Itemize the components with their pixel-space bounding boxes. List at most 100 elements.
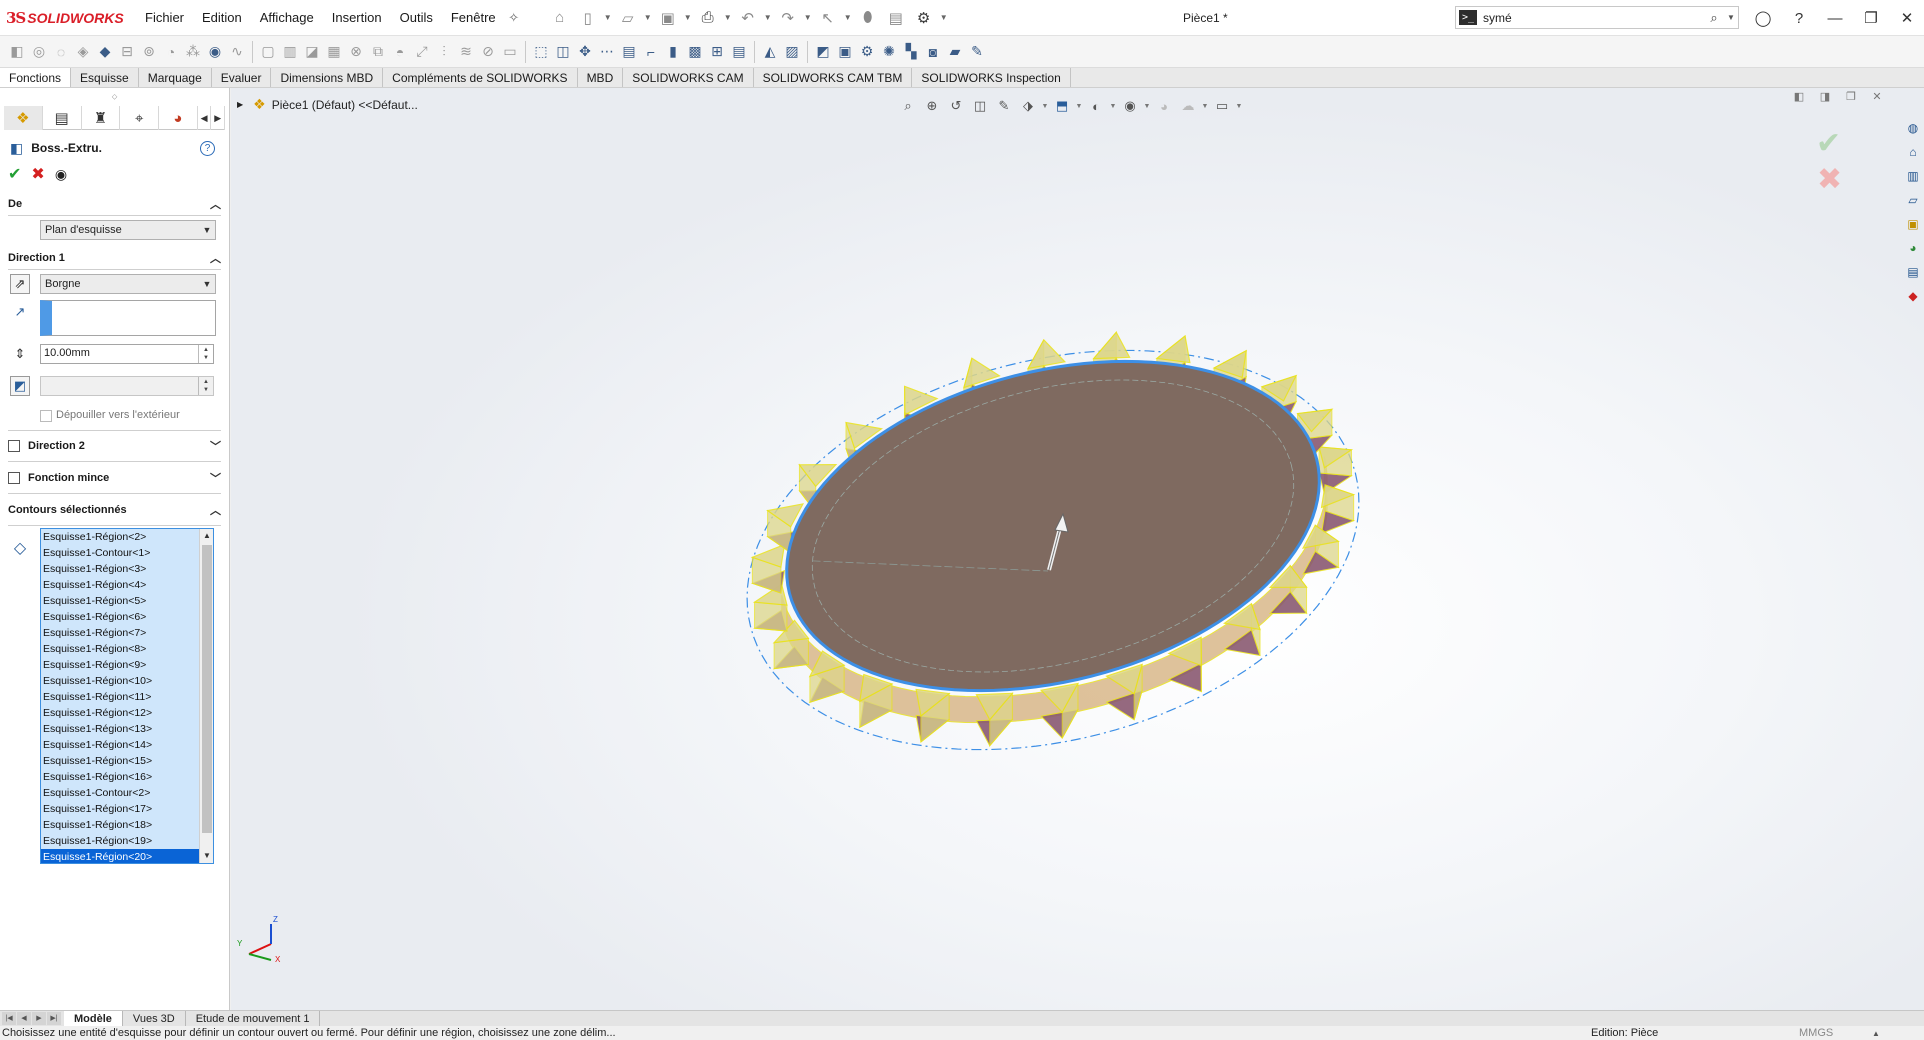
draft-toggle-icon[interactable]: ◩	[10, 376, 30, 396]
menu-insertion[interactable]: Insertion	[323, 0, 391, 36]
minimize-icon[interactable]: —	[1817, 0, 1853, 36]
panel-grip-icon[interactable]: ⬦	[0, 88, 229, 106]
menu-fichier[interactable]: Fichier	[136, 0, 193, 36]
contour-list-item[interactable]: Esquisse1-Région<5>	[41, 593, 213, 609]
new-dropdown-icon[interactable]: ▼	[603, 13, 613, 22]
sheet-metal-icon[interactable]: ⌐	[640, 39, 662, 65]
section-de[interactable]: De ︿	[8, 192, 221, 216]
list-scrollbar[interactable]: ▲ ▼	[199, 529, 213, 863]
depth-input[interactable]: 10.00mm ▲▼	[40, 344, 214, 364]
boundary-boss-icon[interactable]: ◆	[94, 39, 116, 65]
menu-affichage[interactable]: Affichage	[251, 0, 323, 36]
unit-system-caret-icon[interactable]: ▲	[1872, 1029, 1880, 1038]
undo-dropdown-icon[interactable]: ▼	[763, 13, 773, 22]
direction-selection-box[interactable]	[40, 300, 216, 336]
simulation-gear-icon[interactable]: ⚙	[856, 39, 878, 65]
contour-list-item[interactable]: Esquisse1-Région<17>	[41, 801, 213, 817]
reference-geometry-icon[interactable]: ◉	[204, 39, 226, 65]
tab-etude-mouvement[interactable]: Etude de mouvement 1	[186, 1011, 321, 1027]
undo-icon[interactable]: ↶	[735, 6, 761, 30]
hole-wizard-icon[interactable]: ⊚	[138, 39, 160, 65]
extruded-cut-icon[interactable]: ⊟	[116, 39, 138, 65]
shell-icon[interactable]: ▢	[257, 39, 279, 65]
collapse-chevron-icon[interactable]: ︿	[210, 196, 221, 212]
tab-fonctions[interactable]: Fonctions	[0, 68, 71, 87]
prev-tab-icon[interactable]: ◀	[17, 1012, 31, 1025]
graphics-area[interactable]: ▶ ❖ Pièce1 (Défaut) <<Défaut... ⌕ ⊕ ↺ ◫ …	[231, 88, 1924, 1010]
save-icon[interactable]: ▣	[655, 6, 681, 30]
contour-list-item[interactable]: Esquisse1-Région<2>	[41, 529, 213, 545]
home-icon[interactable]: ⌂	[547, 6, 573, 30]
tab-complements[interactable]: Compléments de SOLIDWORKS	[383, 68, 577, 87]
contour-list-item[interactable]: Esquisse1-Région<12>	[41, 705, 213, 721]
configuration-manager-tab-icon[interactable]: ♜	[82, 106, 121, 130]
sketch-tools-icon[interactable]: ▤	[728, 39, 750, 65]
tab-solidworks-inspection[interactable]: SOLIDWORKS Inspection	[912, 68, 1070, 87]
end-condition-select[interactable]: Borgne ▼	[40, 274, 216, 294]
contour-list-item[interactable]: Esquisse1-Région<4>	[41, 577, 213, 593]
contour-list-item[interactable]: Esquisse1-Région<11>	[41, 689, 213, 705]
pin-menu-icon[interactable]: ✧	[505, 10, 523, 26]
expand-chevron-icon[interactable]: ﹀	[210, 470, 221, 486]
last-tab-icon[interactable]: ▶|	[47, 1012, 61, 1025]
rebuild-icon[interactable]: ⬮	[855, 6, 881, 30]
contour-list-item[interactable]: Esquisse1-Région<6>	[41, 609, 213, 625]
open-document-icon[interactable]: ▱	[615, 6, 641, 30]
contour-list-item[interactable]: Esquisse1-Région<16>	[41, 769, 213, 785]
rib-icon[interactable]: ▥	[279, 39, 301, 65]
direction2-checkbox[interactable]	[8, 440, 20, 452]
instant3d-icon[interactable]: ⬚	[530, 39, 552, 65]
select-pointer-icon[interactable]: ↖	[815, 6, 841, 30]
next-tab-icon[interactable]: ▶	[32, 1012, 46, 1025]
display-manager-tab-icon[interactable]: ◕	[159, 106, 198, 130]
contour-list-item[interactable]: Esquisse1-Région<9>	[41, 657, 213, 673]
scroll-down-icon[interactable]: ▼	[200, 849, 214, 863]
dome-icon[interactable]: ◓	[389, 39, 411, 65]
contour-list-item[interactable]: Esquisse1-Région<15>	[41, 753, 213, 769]
measure-icon[interactable]: ◭	[759, 39, 781, 65]
section-direction2[interactable]: Direction 2 ﹀	[8, 430, 221, 462]
gear-model-view[interactable]	[231, 88, 1924, 1010]
tab-scroll-left-icon[interactable]: ◀	[198, 106, 212, 130]
thin-feature-checkbox[interactable]	[8, 472, 20, 484]
tab-evaluer[interactable]: Evaluer	[212, 68, 272, 87]
curve-through-points-icon[interactable]: ⋯	[596, 39, 618, 65]
search-icon[interactable]: ⌕	[1704, 10, 1724, 26]
scroll-thumb[interactable]	[202, 545, 212, 833]
print-icon[interactable]: ⎙	[695, 6, 721, 30]
section-thin-feature[interactable]: Fonction mince ﹀	[8, 462, 221, 494]
menu-fenetre[interactable]: Fenêtre	[442, 0, 505, 36]
tab-modele[interactable]: Modèle	[64, 1011, 123, 1027]
contour-list-item[interactable]: Esquisse1-Région<14>	[41, 737, 213, 753]
section-selected-contours[interactable]: Contours sélectionnés ︿	[8, 494, 221, 526]
property-manager-tab-icon[interactable]: ▤	[43, 106, 82, 130]
mbd-icon[interactable]: ▚	[900, 39, 922, 65]
swept-boss-icon[interactable]: ◌	[50, 39, 72, 65]
options-gear-icon[interactable]: ⚙	[911, 6, 937, 30]
feature-manager-tab-icon[interactable]: ❖	[4, 106, 43, 130]
help-icon[interactable]: ?	[1781, 0, 1817, 36]
intersect-icon[interactable]: ⊗	[345, 39, 367, 65]
open-dropdown-icon[interactable]: ▼	[643, 13, 653, 22]
ok-check-icon[interactable]: ✔	[8, 164, 21, 184]
menu-outils[interactable]: Outils	[391, 0, 442, 36]
dimxpert-manager-tab-icon[interactable]: ⌖	[120, 106, 159, 130]
tab-esquisse[interactable]: Esquisse	[71, 68, 139, 87]
redo-icon[interactable]: ↷	[775, 6, 801, 30]
reverse-direction-icon[interactable]: ⇗	[10, 274, 30, 294]
contour-list-item[interactable]: Esquisse1-Région<13>	[41, 721, 213, 737]
command-search[interactable]: >_ ⌕ ▼	[1455, 6, 1739, 29]
flex-icon[interactable]: ≋	[455, 39, 477, 65]
macro-icon[interactable]: ✎	[966, 39, 988, 65]
split-line-icon[interactable]: ⫶	[433, 39, 455, 65]
file-properties-icon[interactable]: ▤	[883, 6, 909, 30]
revolved-boss-icon[interactable]: ◎	[28, 39, 50, 65]
scale-icon[interactable]: ⤢	[411, 39, 433, 65]
contour-list-item[interactable]: Esquisse1-Contour<2>	[41, 785, 213, 801]
contour-list-item[interactable]: Esquisse1-Région<7>	[41, 625, 213, 641]
start-condition-select[interactable]: Plan d'esquisse ▼	[40, 220, 216, 240]
scroll-up-icon[interactable]: ▲	[200, 529, 214, 543]
solidworks-logo[interactable]: 3S SOLIDWORKS	[0, 9, 136, 27]
new-document-icon[interactable]: ▯	[575, 6, 601, 30]
contour-list-item[interactable]: Esquisse1-Région<10>	[41, 673, 213, 689]
